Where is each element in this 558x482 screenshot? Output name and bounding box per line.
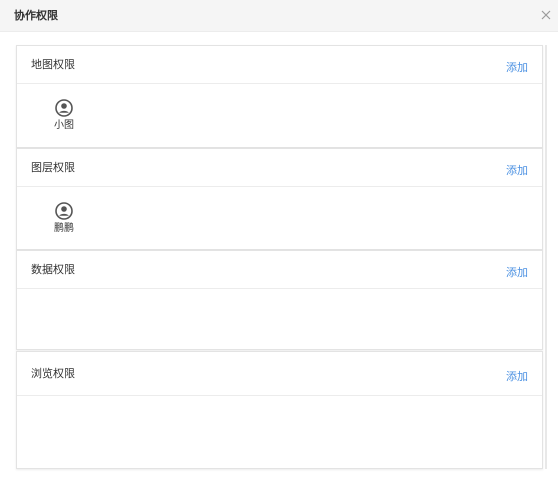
section-header: 浏览权限 添加 (17, 352, 542, 396)
member-name: 鹏鹏 (54, 223, 74, 234)
section-title: 数据权限 (31, 263, 75, 276)
member-item[interactable]: 鹏鹏 (44, 202, 84, 236)
section-title: 地图权限 (31, 58, 75, 71)
scrollbar[interactable] (545, 45, 547, 469)
section-header: 图层权限 添加 (17, 149, 542, 187)
member-item[interactable]: 小图 (44, 99, 84, 133)
dialog-header: 协作权限 (0, 0, 558, 32)
user-avatar-icon (55, 202, 73, 220)
section-data-permissions: 数据权限 添加 (16, 250, 543, 350)
add-browse-permission-button[interactable]: 添加 (506, 369, 528, 385)
section-browse-permissions: 浏览权限 添加 (16, 351, 543, 469)
user-avatar-icon (55, 99, 73, 117)
close-icon[interactable] (540, 9, 552, 21)
add-data-permission-button[interactable]: 添加 (506, 265, 528, 281)
section-header: 地图权限 添加 (17, 46, 542, 84)
member-name: 小图 (54, 120, 74, 131)
section-layer-permissions: 图层权限 添加 鹏鹏 (16, 148, 543, 250)
section-header: 数据权限 添加 (17, 251, 542, 289)
dialog-title: 协作权限 (14, 9, 58, 22)
add-map-permission-button[interactable]: 添加 (506, 60, 528, 76)
add-layer-permission-button[interactable]: 添加 (506, 163, 528, 179)
section-map-permissions: 地图权限 添加 小图 (16, 45, 543, 148)
section-title: 图层权限 (31, 161, 75, 174)
permissions-panel: 地图权限 添加 小图 图层权限 添加 鹏鹏 数据权限 添加 浏览权限 添加 (16, 45, 543, 469)
section-title: 浏览权限 (31, 367, 75, 380)
